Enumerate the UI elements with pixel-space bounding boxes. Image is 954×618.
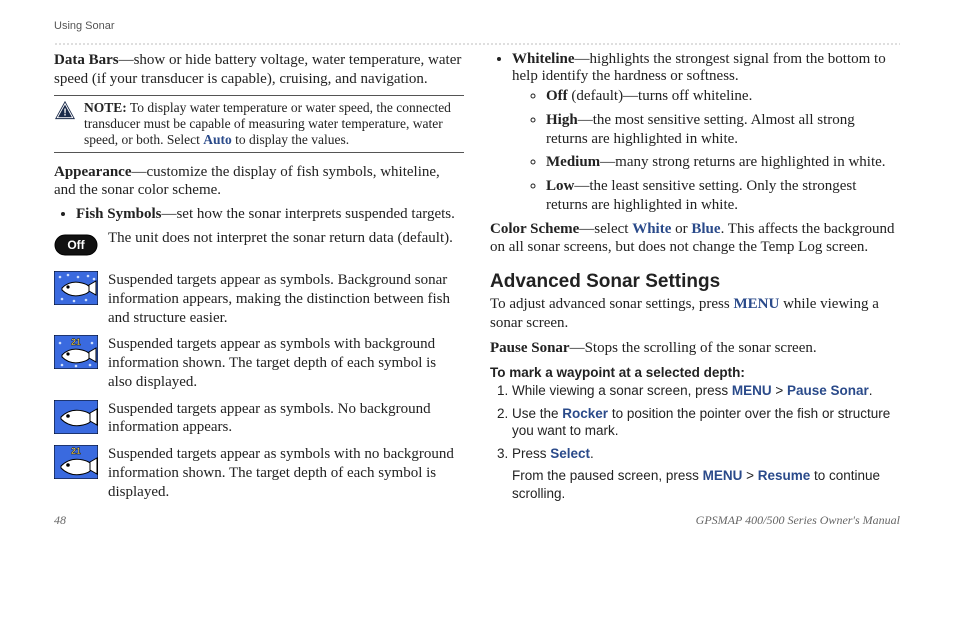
fish-option-text: Suspended targets appear as symbols. No … <box>108 400 464 438</box>
note-box: ! NOTE: To display water temperature or … <box>54 95 464 153</box>
right-column: Whiteline—highlights the strongest signa… <box>490 51 900 509</box>
pause-sonar-label: Pause Sonar <box>490 340 570 356</box>
left-column: Data Bars—show or hide battery voltage, … <box>54 51 464 509</box>
step-3: Press Select. <box>512 445 900 463</box>
data-bars-paragraph: Data Bars—show or hide battery voltage, … <box>54 51 464 89</box>
fish-plain-depth-icon: 21 <box>54 445 98 479</box>
whiteline-label: Whiteline <box>512 51 575 67</box>
note-text: NOTE: To display water temperature or wa… <box>84 100 464 148</box>
svg-text:21: 21 <box>71 337 81 347</box>
page-number: 48 <box>54 513 66 528</box>
fish-option-plain: Suspended targets appear as symbols. No … <box>54 400 464 438</box>
advanced-heading: Advanced Sonar Settings <box>490 271 900 293</box>
fish-plain-icon <box>54 400 98 434</box>
step-1: While viewing a sonar screen, press MENU… <box>512 382 900 400</box>
fish-option-plain-depth: 21 Suspended targets appear as symbols w… <box>54 445 464 501</box>
header-rule <box>54 43 900 45</box>
fish-option-bg-depth: 21 Suspended targets appear as symbols w… <box>54 335 464 391</box>
fish-option-text: Suspended targets appear as symbols with… <box>108 445 464 501</box>
running-header: Using Sonar <box>54 20 900 35</box>
svg-text:!: ! <box>63 107 66 118</box>
step-2: Use the Rocker to position the pointer o… <box>512 405 900 440</box>
manual-title: GPSMAP 400/500 Series Owner's Manual <box>696 513 900 528</box>
fish-option-bg: Suspended targets appear as symbols. Bac… <box>54 271 464 327</box>
whiteline-bullet: Whiteline—highlights the strongest signa… <box>490 51 900 215</box>
advanced-intro: To adjust advanced sonar settings, press… <box>490 295 900 333</box>
appearance-label: Appearance <box>54 164 132 180</box>
color-scheme-paragraph: Color Scheme—select White or Blue. This … <box>490 220 900 258</box>
data-bars-label: Data Bars <box>54 52 119 68</box>
off-pill-icon: Off <box>54 229 98 263</box>
step-sub: From the paused screen, press MENU > Res… <box>512 467 900 502</box>
warning-icon: ! <box>54 100 76 120</box>
appearance-paragraph: Appearance—customize the display of fish… <box>54 163 464 201</box>
steps-heading: To mark a waypoint at a selected depth: <box>490 365 900 380</box>
fish-symbols-label: Fish Symbols <box>76 206 161 222</box>
page-footer: 48 GPSMAP 400/500 Series Owner's Manual <box>54 513 900 528</box>
fish-option-text: Suspended targets appear as symbols. Bac… <box>108 271 464 327</box>
steps-list: While viewing a sonar screen, press MENU… <box>490 382 900 462</box>
color-scheme-label: Color Scheme <box>490 221 579 237</box>
fish-symbols-text: —set how the sonar interprets suspended … <box>161 206 454 222</box>
fish-option-text: Suspended targets appear as symbols with… <box>108 335 464 391</box>
pause-sonar-paragraph: Pause Sonar—Stops the scrolling of the s… <box>490 339 900 358</box>
fish-bubbles-depth-icon: 21 <box>54 335 98 369</box>
whiteline-sublist: Off (default)—turns off whiteline. High—… <box>512 87 900 215</box>
fish-option-text: The unit does not interpret the sonar re… <box>108 229 464 248</box>
fish-symbols-bullet: Fish Symbols—set how the sonar interpret… <box>54 206 464 223</box>
fish-option-off: Off The unit does not interpret the sona… <box>54 229 464 263</box>
svg-text:Off: Off <box>67 238 85 252</box>
fish-bubbles-icon <box>54 271 98 305</box>
svg-text:21: 21 <box>71 446 81 456</box>
